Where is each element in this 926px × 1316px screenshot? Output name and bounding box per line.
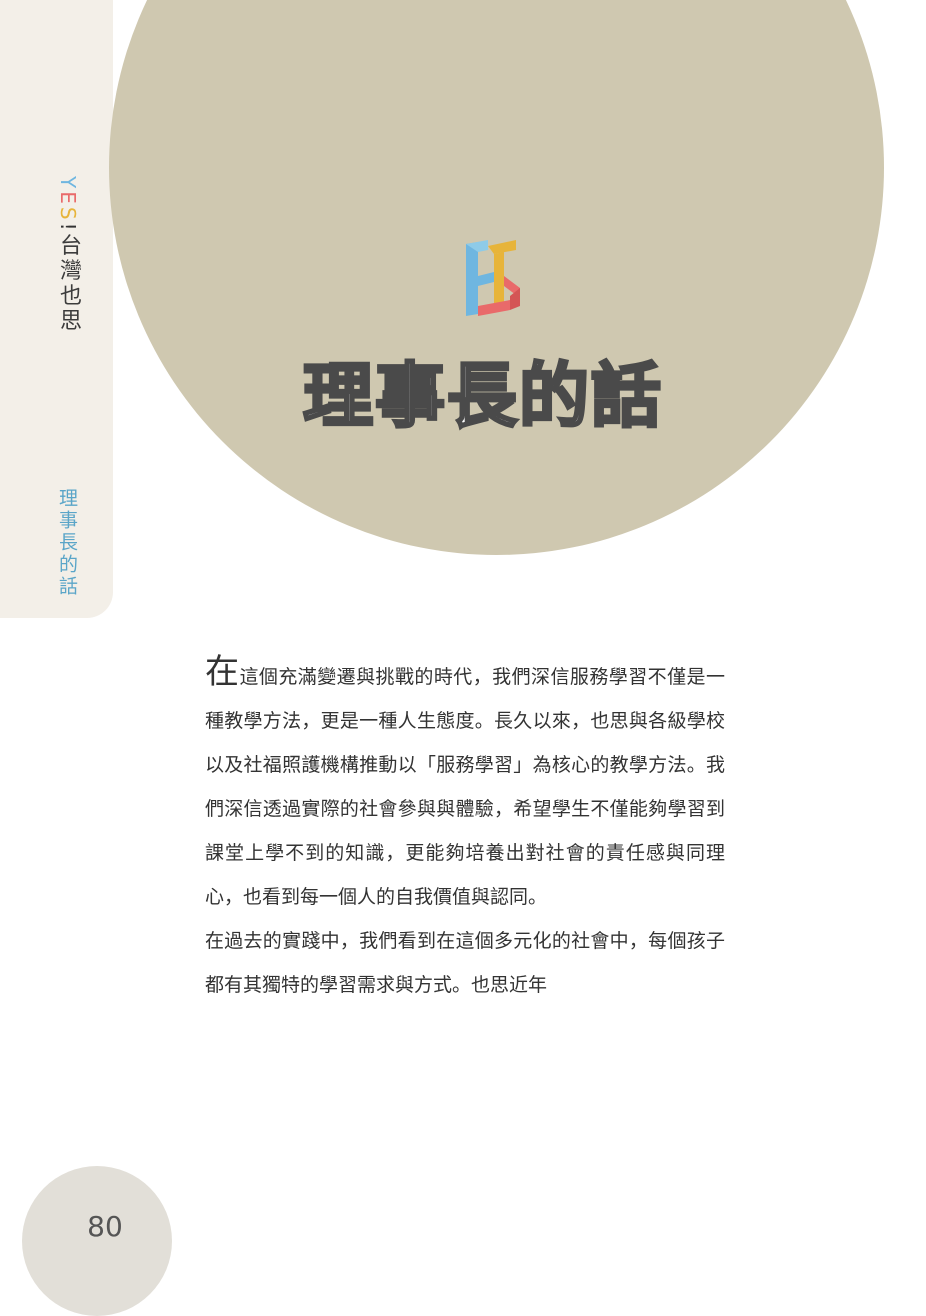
series-name: 台灣也思 <box>56 233 81 334</box>
drop-cap: 在 <box>205 652 240 692</box>
ys-logo-icon <box>466 240 520 316</box>
sidebar: YES!台灣也思 理事長的話 <box>0 0 113 618</box>
page-heading: 理事長的話 <box>302 355 663 437</box>
brand-yes: YES! <box>56 176 80 234</box>
sidebar-series-title: YES!台灣也思 <box>52 176 84 334</box>
article-body: 在這個充滿變遷與挑戰的時代，我們深信服務學習不僅是一種教學方法，更是一種人生態度… <box>205 655 725 1007</box>
paragraph: 在這個充滿變遷與挑戰的時代，我們深信服務學習不僅是一種教學方法，更是一種人生態度… <box>205 655 725 919</box>
sidebar-section-label: 理事長的話 <box>56 488 78 598</box>
paragraph: 在過去的實踐中，我們看到在這個多元化的社會中，每個孩子都有其獨特的學習需求與方式… <box>205 930 725 996</box>
paragraph-text: 這個充滿變遷與挑戰的時代，我們深信服務學習不僅是一種教學方法，更是一種人生態度。… <box>205 666 725 908</box>
page-number: 80 <box>87 1210 123 1243</box>
